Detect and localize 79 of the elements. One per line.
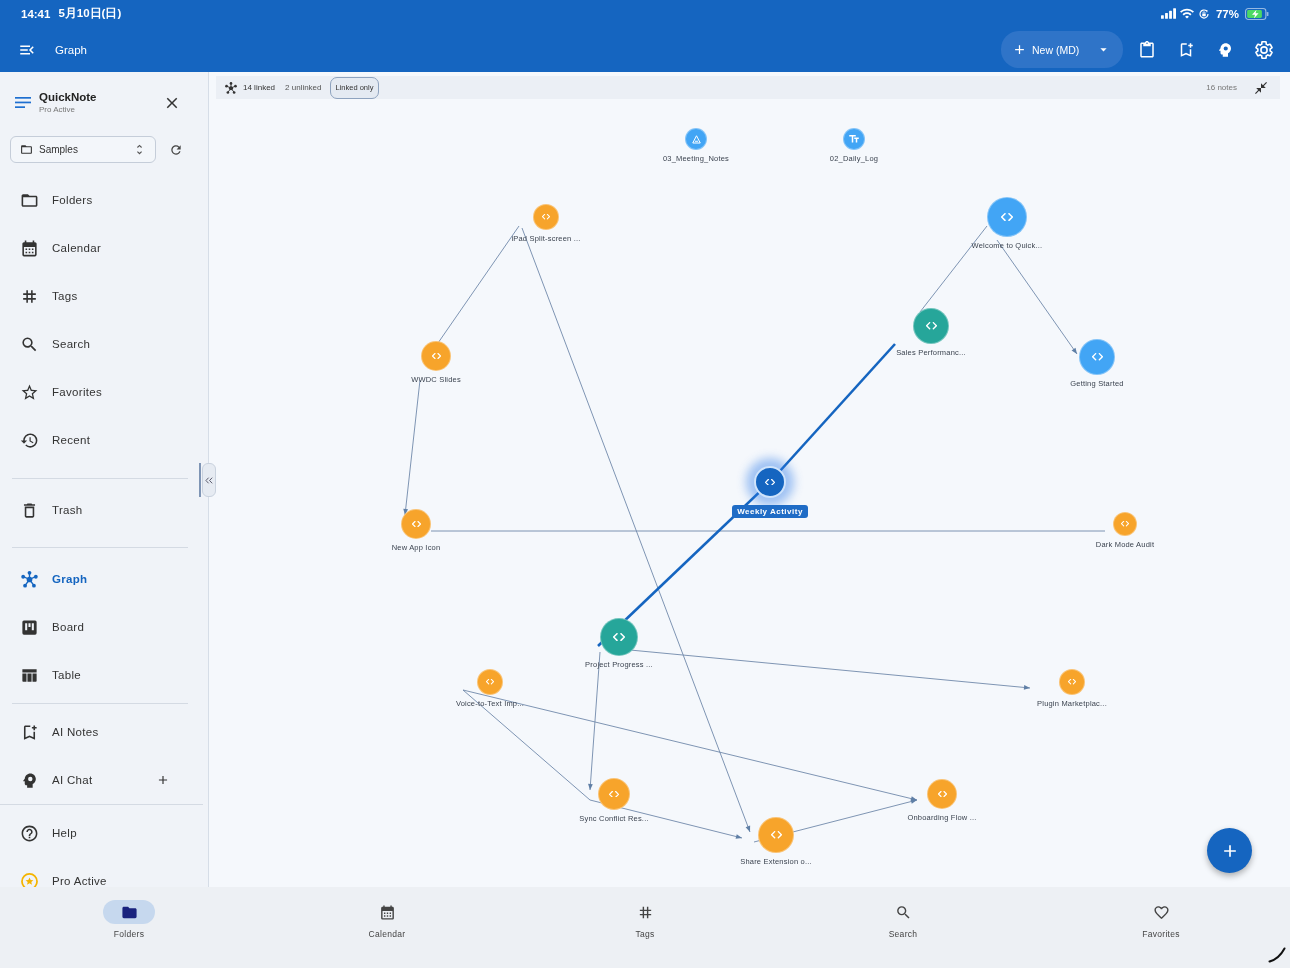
- sidebar-item[interactable]: Folders: [0, 176, 208, 224]
- plan-status: Pro Active: [39, 105, 76, 114]
- sidebar-item[interactable]: AI Notes: [0, 708, 208, 756]
- code-icon: [613, 633, 625, 641]
- plus-icon: [156, 773, 170, 787]
- nav-tab[interactable]: Search: [774, 887, 1032, 968]
- menu-icon[interactable]: [15, 97, 31, 108]
- wifi-icon: [1179, 8, 1194, 19]
- add-note-button[interactable]: [1207, 828, 1252, 873]
- search-icon: [20, 334, 39, 354]
- code-icon: [1091, 353, 1103, 361]
- code-icon: [431, 353, 441, 359]
- calendar-icon: [378, 903, 396, 921]
- sidebar-item[interactable]: Recent: [0, 416, 208, 464]
- new-note-button[interactable]: New (MD): [1001, 31, 1123, 68]
- collapse-handle[interactable]: [202, 463, 216, 497]
- folder-icon: [20, 143, 33, 156]
- nav-tab[interactable]: Folders: [0, 887, 258, 968]
- code-icon: [765, 478, 775, 486]
- status-time: 14:41: [21, 7, 51, 20]
- head-icon: [20, 770, 39, 790]
- sidebar-item[interactable]: AI Chat: [0, 756, 208, 804]
- network-icon: [225, 81, 237, 94]
- sidebar-item[interactable]: Trash: [0, 486, 208, 534]
- search-icon: [894, 903, 912, 921]
- battery-percent: 77%: [1215, 7, 1239, 20]
- sidebar-item[interactable]: Tags: [0, 272, 208, 320]
- help-icon: [20, 823, 39, 843]
- sidebar-item[interactable]: Search: [0, 320, 208, 368]
- battery-charging-icon: [1245, 7, 1269, 20]
- nav-tab[interactable]: Calendar: [258, 887, 516, 968]
- sidebar-item[interactable]: Pro Active: [0, 857, 208, 887]
- code-icon: [609, 790, 619, 798]
- history-icon: [20, 430, 39, 450]
- note-count: 16 notes: [1206, 83, 1237, 92]
- sidebar-item[interactable]: Board: [0, 603, 208, 651]
- sidebar-item[interactable]: Table: [0, 651, 208, 699]
- star-badge-icon: [20, 871, 39, 887]
- screen-title: Graph: [55, 43, 87, 56]
- sidebar-item[interactable]: Calendar: [0, 224, 208, 272]
- note-node[interactable]: [754, 466, 786, 498]
- nav-tab[interactable]: Tags: [516, 887, 774, 968]
- status-date: 5月10日(日): [58, 6, 122, 21]
- star-icon: [20, 382, 39, 402]
- code-icon: [411, 521, 421, 527]
- calendar-icon: [20, 238, 39, 258]
- rotation-lock-icon: [1197, 7, 1210, 20]
- sidebar-item[interactable]: Help: [0, 809, 208, 857]
- code-icon: [1068, 679, 1076, 685]
- code-icon: [937, 791, 947, 797]
- curve-icon: [1268, 947, 1286, 963]
- refresh-icon[interactable]: [169, 142, 183, 157]
- linked-count: 14 linked: [243, 83, 276, 92]
- nav-tab[interactable]: Favorites: [1032, 887, 1290, 968]
- network-icon: [20, 569, 39, 589]
- code-icon: [1121, 521, 1129, 527]
- sidebar-item[interactable]: Favorites: [0, 368, 208, 416]
- code-icon: [770, 831, 782, 839]
- heart-icon: [1152, 903, 1170, 921]
- folder-dropdown[interactable]: Samples: [10, 136, 156, 163]
- collapse-arrows-icon[interactable]: [1255, 81, 1267, 94]
- settings-icon[interactable]: [1255, 40, 1273, 59]
- add-button[interactable]: [156, 773, 170, 787]
- head-icon[interactable]: [1216, 40, 1234, 59]
- clipboard-icon[interactable]: [1138, 40, 1156, 59]
- triangle-icon: [691, 134, 701, 144]
- node-label: Weekly Activity: [732, 505, 808, 518]
- plus-icon: [1012, 42, 1027, 57]
- code-icon: [486, 679, 494, 685]
- double-chevron-icon: [205, 476, 213, 484]
- text-format-icon: [849, 135, 859, 143]
- code-icon: [1001, 213, 1013, 221]
- code-icon: [542, 214, 550, 220]
- sidebar-item[interactable]: Graph: [0, 555, 208, 603]
- app-name: QuickNote: [39, 91, 97, 103]
- unlinked-count: 2 unlinked: [285, 83, 322, 92]
- board-icon: [20, 617, 39, 637]
- code-icon: [925, 322, 937, 330]
- signal-icon: [1160, 8, 1176, 19]
